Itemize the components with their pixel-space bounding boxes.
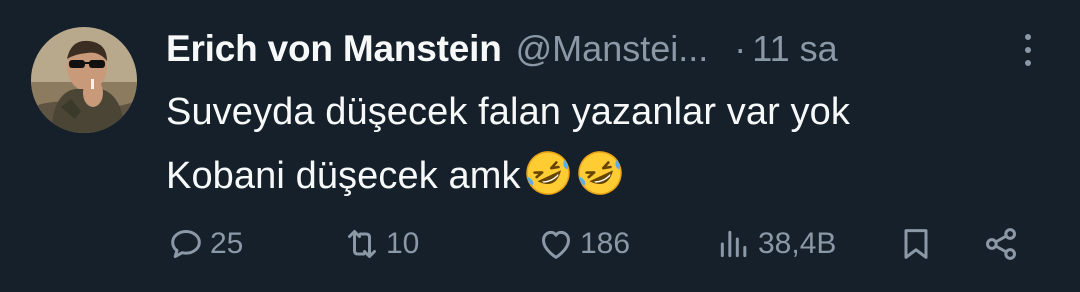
reply-icon <box>171 230 201 258</box>
views-chart-icon <box>720 230 747 258</box>
separator-dot: · <box>734 28 747 69</box>
bookmark-button[interactable] <box>896 218 936 270</box>
more-options-button[interactable] <box>1016 34 1040 74</box>
heart-icon <box>542 230 570 259</box>
tweet-text-line-1-content: Suveyda düşecek falan yazanlar var yok <box>166 91 850 133</box>
tweet-header: Erich von Manstein @Manstei... · 11 sa <box>166 24 1056 74</box>
tweet-text-line-1: Suveyda düşecek falan yazanlar var yok <box>166 80 1046 144</box>
like-count: 186 <box>580 227 631 260</box>
more-vertical-icon <box>1016 34 1040 66</box>
retweet-icon <box>348 230 376 258</box>
tweet-actions: 25 10 186 38,4B <box>166 218 1046 270</box>
rolling-on-floor-laughing-emoji-icon <box>523 148 573 198</box>
views-button[interactable]: 38,4B <box>714 218 836 270</box>
tweet-timestamp[interactable]: 11 sa <box>752 28 837 70</box>
share-button[interactable] <box>981 218 1021 270</box>
views-count: 38,4B <box>758 227 837 260</box>
retweet-count: 10 <box>386 227 420 260</box>
tweet-text: Suveyda düşecek falan yazanlar var yok K… <box>166 80 1046 208</box>
retweet-button[interactable]: 10 <box>342 218 419 270</box>
rolling-on-floor-laughing-emoji-icon <box>575 148 625 198</box>
avatar-photo <box>31 27 137 133</box>
tweet-text-line-2: Kobani düşecek amk <box>166 144 1046 208</box>
bookmark-icon <box>904 229 928 259</box>
reply-count: 25 <box>210 227 244 260</box>
author-display-name[interactable]: Erich von Manstein <box>166 28 502 70</box>
tweet[interactable]: Erich von Manstein @Manstei... · 11 sa S… <box>0 0 1080 292</box>
reply-button[interactable]: 25 <box>166 218 243 270</box>
avatar[interactable] <box>31 27 137 133</box>
tweet-text-line-2-content: Kobani düşecek amk <box>166 155 521 197</box>
like-button[interactable]: 186 <box>536 218 630 270</box>
share-icon <box>986 228 1016 260</box>
author-handle[interactable]: @Manstei... <box>516 28 709 70</box>
